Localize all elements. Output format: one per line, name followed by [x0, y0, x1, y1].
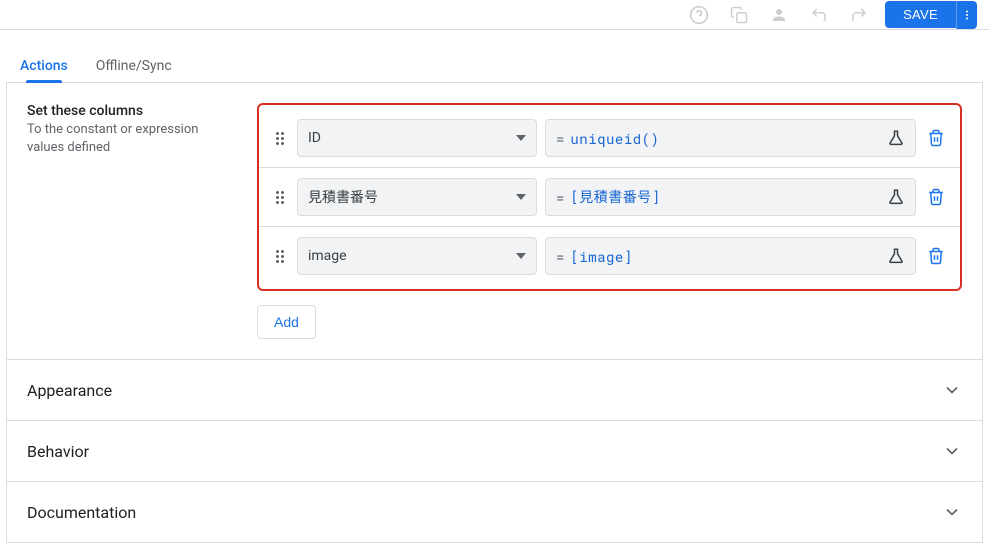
- tabs: Actions Offline/Sync: [0, 30, 989, 82]
- drag-handle-icon[interactable]: [271, 188, 289, 206]
- expression-input[interactable]: = [見積書番号]: [545, 178, 916, 216]
- tab-offline-sync[interactable]: Offline/Sync: [96, 50, 172, 82]
- section-desc: To the constant or expression values def…: [27, 121, 237, 157]
- person-icon[interactable]: [769, 5, 789, 25]
- column-name: 見積書番号: [308, 187, 378, 207]
- appearance-section[interactable]: Appearance: [7, 360, 982, 421]
- delete-button[interactable]: [924, 126, 948, 150]
- save-button[interactable]: SAVE: [885, 1, 956, 28]
- topbar: SAVE: [0, 0, 989, 30]
- column-select[interactable]: ID: [297, 119, 537, 157]
- help-icon[interactable]: [689, 5, 709, 25]
- chevron-down-icon: [516, 194, 526, 200]
- copy-icon[interactable]: [729, 5, 749, 25]
- topbar-icons: [689, 5, 869, 25]
- save-more-button[interactable]: [956, 1, 977, 29]
- save-button-group: SAVE: [885, 1, 977, 29]
- expression-text: uniqueid(): [570, 129, 659, 148]
- equals-sign: =: [556, 129, 564, 148]
- section-title: Appearance: [27, 381, 112, 400]
- expression-text: [見積書番号]: [570, 187, 660, 207]
- add-button[interactable]: Add: [257, 305, 316, 339]
- flask-icon[interactable]: [887, 247, 905, 265]
- expression-input[interactable]: = uniqueid(): [545, 119, 916, 157]
- column-select[interactable]: image: [297, 237, 537, 275]
- column-row: 見積書番号 = [見積書番号]: [259, 168, 960, 227]
- redo-icon[interactable]: [849, 5, 869, 25]
- flask-icon[interactable]: [887, 129, 905, 147]
- delete-button[interactable]: [924, 244, 948, 268]
- equals-sign: =: [556, 188, 564, 207]
- set-columns-section: Set these columns To the constant or exp…: [7, 83, 982, 360]
- expression-text: [image]: [570, 247, 632, 266]
- section-title: Documentation: [27, 503, 136, 522]
- chevron-down-icon: [516, 135, 526, 141]
- expression-input[interactable]: = [image]: [545, 237, 916, 275]
- section-title: Set these columns: [27, 103, 237, 119]
- chevron-down-icon: [942, 441, 962, 461]
- delete-button[interactable]: [924, 185, 948, 209]
- equals-sign: =: [556, 247, 564, 266]
- content-panel: Set these columns To the constant or exp…: [6, 82, 983, 543]
- section-title: Behavior: [27, 442, 89, 461]
- column-rows-box: ID = uniqueid(): [257, 103, 962, 291]
- behavior-section[interactable]: Behavior: [7, 421, 982, 482]
- column-name: ID: [308, 130, 321, 146]
- section-label: Set these columns To the constant or exp…: [27, 103, 257, 339]
- drag-handle-icon[interactable]: [271, 129, 289, 147]
- drag-handle-icon[interactable]: [271, 247, 289, 265]
- column-name: image: [308, 248, 347, 264]
- chevron-down-icon: [942, 380, 962, 400]
- undo-icon[interactable]: [809, 5, 829, 25]
- chevron-down-icon: [942, 502, 962, 522]
- column-row: image = [image]: [259, 227, 960, 285]
- flask-icon[interactable]: [887, 188, 905, 206]
- column-select[interactable]: 見積書番号: [297, 178, 537, 216]
- documentation-section[interactable]: Documentation: [7, 482, 982, 542]
- tab-actions[interactable]: Actions: [20, 50, 68, 82]
- chevron-down-icon: [516, 253, 526, 259]
- section-body: ID = uniqueid(): [257, 103, 962, 339]
- column-row: ID = uniqueid(): [259, 109, 960, 168]
